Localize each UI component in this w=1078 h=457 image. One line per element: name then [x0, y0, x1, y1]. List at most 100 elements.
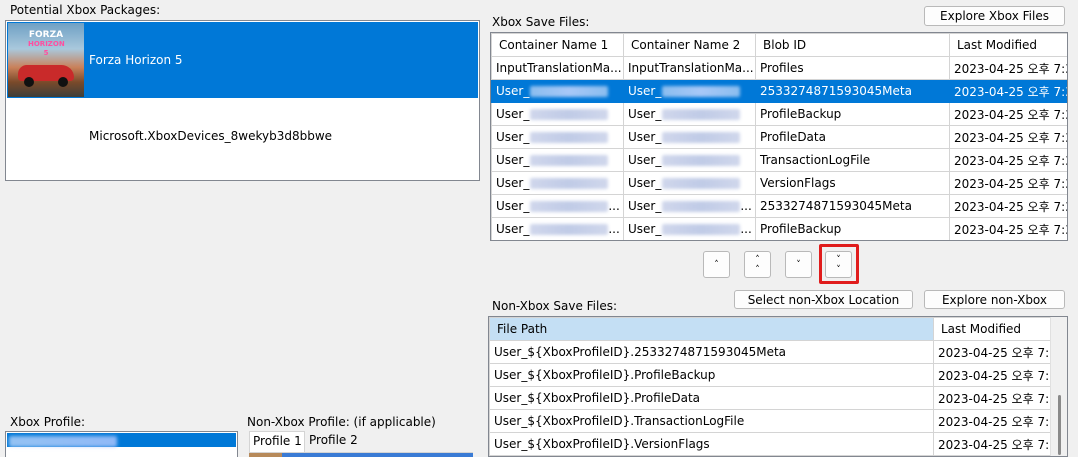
- cell-container-name-2: User_: [623, 79, 756, 103]
- packages-label: Potential Xbox Packages:: [10, 3, 161, 17]
- redacted-id: [530, 86, 609, 97]
- cell-last-modified: 2023-04-25 오후 7:31: [949, 102, 1067, 126]
- cell-file-path: User_${XboxProfileID}.VersionFlags: [489, 432, 934, 456]
- cell-blob-id: ProfileBackup: [755, 102, 950, 126]
- cell-last-modified: 2023-04-25 오후 7:31: [933, 386, 1052, 410]
- cell-container-name-2: User_: [623, 171, 756, 195]
- table-row[interactable]: User_... User_... ProfileBackup 2023-04-25 …: [491, 217, 1067, 240]
- table-row[interactable]: User_${XboxProfileID}.ProfileBackup 2023-…: [489, 363, 1052, 387]
- table-row[interactable]: User_User_ProfileBackup2023-04-25 오후 7:3…: [491, 102, 1067, 126]
- tab-profile-2[interactable]: Profile 2: [309, 431, 369, 453]
- table-row[interactable]: User_${XboxProfileID}.TransactionLogFile…: [489, 409, 1052, 433]
- move-down-button[interactable]: ˅: [785, 251, 812, 278]
- redacted-id: [662, 86, 741, 97]
- column-header-last-modified[interactable]: Last Modified: [949, 33, 1067, 57]
- package-name: Forza Horizon 5: [89, 53, 183, 67]
- column-header-container-name-1[interactable]: Container Name 1: [491, 33, 624, 57]
- cell-last-modified: 2023-04-25 오후 7:31: [949, 125, 1067, 149]
- redacted-id: [530, 178, 609, 189]
- cell-last-modified: 2023-04-25 오후 7:31: [949, 79, 1067, 103]
- column-header-last-modified[interactable]: Last Modified: [933, 317, 1052, 341]
- cell-last-modified: 2023-04-25 오후 7:31: [949, 56, 1067, 80]
- tab-content-area: [249, 452, 473, 457]
- redacted-id: [530, 109, 609, 120]
- redacted-id: [662, 224, 741, 235]
- cell-last-modified: 2023-04-25 오후 7:31: [949, 194, 1067, 218]
- cell-file-path: User_${XboxProfileID}.TransactionLogFile: [489, 409, 934, 433]
- redacted-profile-id: [9, 435, 117, 447]
- cell-container-name-1: User_...: [491, 194, 624, 218]
- non-xbox-save-files-table[interactable]: File Path Last Modified User_${XboxProfi…: [488, 316, 1068, 457]
- cell-blob-id: ProfileBackup: [755, 217, 950, 240]
- xbox-save-files-table[interactable]: Container Name 1 Container Name 2 Blob I…: [490, 32, 1068, 241]
- cell-container-name-2: User_...: [623, 217, 756, 240]
- cell-blob-id: 2533274871593045Meta: [755, 194, 950, 218]
- cell-last-modified: 2023-04-25 오후 7:31: [949, 171, 1067, 195]
- move-to-top-button[interactable]: ˄ ˄: [744, 251, 771, 278]
- table-row[interactable]: User_User_ProfileData2023-04-25 오후 7:31: [491, 125, 1067, 149]
- column-header-file-path[interactable]: File Path: [489, 317, 934, 341]
- cell-container-name-1: User_: [491, 148, 624, 172]
- cell-last-modified: 2023-04-25 오후 7:31: [949, 148, 1067, 172]
- table-row[interactable]: User_ User_ 2533274871593045Meta 2023-04-25…: [491, 79, 1067, 103]
- select-non-xbox-location-button[interactable]: Select non-Xbox Location: [734, 290, 913, 309]
- table-row[interactable]: User_${XboxProfileID}.ProfileData 2023-04…: [489, 386, 1052, 410]
- xbox-profile-list[interactable]: [5, 431, 238, 457]
- xbox-profile-label: Xbox Profile:: [10, 415, 86, 429]
- package-item-xboxdevices[interactable]: Microsoft.XboxDevices_8wekyb3d8bbwe: [7, 98, 478, 174]
- cell-file-path: User_${XboxProfileID}.ProfileData: [489, 386, 934, 410]
- cell-container-name-1: User_...: [491, 217, 624, 240]
- redacted-id: [530, 155, 609, 166]
- table-row[interactable]: User_${XboxProfileID}.VersionFlags 2023-0…: [489, 432, 1052, 456]
- cell-last-modified: 2023-04-25 오후 7:31: [933, 409, 1052, 433]
- column-header-blob-id[interactable]: Blob ID: [755, 33, 950, 57]
- package-item-forza[interactable]: FORZA HORIZON 5 Forza Horizon 5: [7, 22, 478, 98]
- cell-container-name-2: User_: [623, 102, 756, 126]
- non-xbox-save-files-label: Non-Xbox Save Files:: [492, 299, 618, 313]
- table-row[interactable]: User_User_VersionFlags2023-04-25 오후 7:31: [491, 171, 1067, 195]
- redacted-id: [530, 224, 609, 235]
- cell-container-name-1: User_: [491, 171, 624, 195]
- explore-non-xbox-button[interactable]: Explore non-Xbox: [924, 290, 1065, 309]
- redacted-id: [662, 178, 741, 189]
- scrollbar-thumb[interactable]: [1058, 395, 1061, 455]
- cell-container-name-1: User_: [491, 125, 624, 149]
- double-chevron-up-icon: ˄ ˄: [755, 254, 760, 275]
- cell-blob-id: VersionFlags: [755, 171, 950, 195]
- column-header-container-name-2[interactable]: Container Name 2: [623, 33, 756, 57]
- tab-profile-1[interactable]: Profile 1: [249, 431, 305, 453]
- package-list[interactable]: FORZA HORIZON 5 Forza Horizon 5 Microsoft…: [5, 20, 480, 181]
- xbox-profile-item[interactable]: [7, 433, 236, 447]
- redacted-id: [530, 132, 609, 143]
- redacted-id: [662, 132, 741, 143]
- table-row[interactable]: User_... User_... 2533274871593045Meta 2023…: [491, 194, 1067, 218]
- table-header-row: File Path Last Modified: [489, 317, 1052, 341]
- non-xbox-profile-label: Non-Xbox Profile: (if applicable): [247, 415, 436, 429]
- cell-file-path: User_${XboxProfileID}.2533274871593045Me…: [489, 340, 934, 364]
- cell-container-name-1: InputTranslationMa...: [491, 56, 624, 80]
- cell-container-name-2: InputTranslationMa...: [623, 56, 756, 80]
- cell-last-modified: 2023-04-25 오후 7:31: [933, 363, 1052, 387]
- cell-container-name-1: User_: [491, 79, 624, 103]
- redacted-id: [662, 109, 741, 120]
- xbox-save-files-label: Xbox Save Files:: [492, 15, 590, 29]
- cell-blob-id: ProfileData: [755, 125, 950, 149]
- cell-container-name-2: User_: [623, 148, 756, 172]
- cell-blob-id: 2533274871593045Meta: [755, 79, 950, 103]
- cell-last-modified: 2023-04-25 오후 7:31: [949, 217, 1067, 240]
- vertical-scrollbar[interactable]: [1050, 317, 1067, 456]
- explore-xbox-files-button[interactable]: Explore Xbox Files: [924, 6, 1065, 26]
- redacted-id: [530, 201, 609, 212]
- table-header-row: Container Name 1 Container Name 2 Blob I…: [491, 33, 1067, 57]
- table-row[interactable]: User_ User_ TransactionLogFile 2023-04-25 오…: [491, 148, 1067, 172]
- move-up-button[interactable]: ˄: [703, 251, 730, 278]
- cell-container-name-2: User_: [623, 125, 756, 149]
- cell-last-modified: 2023-04-25 오후 7:31: [933, 432, 1052, 456]
- table-row[interactable]: User_${XboxProfileID}.2533274871593045Me…: [489, 340, 1052, 364]
- table-row[interactable]: InputTranslationMa... InputTranslationMa.…: [491, 56, 1067, 80]
- package-thumbnail-empty: [8, 99, 84, 173]
- cell-file-path: User_${XboxProfileID}.ProfileBackup: [489, 363, 934, 387]
- highlight-annotation: [819, 244, 859, 284]
- cell-blob-id: Profiles: [755, 56, 950, 80]
- cell-last-modified: 2023-04-25 오후 7:31: [933, 340, 1052, 364]
